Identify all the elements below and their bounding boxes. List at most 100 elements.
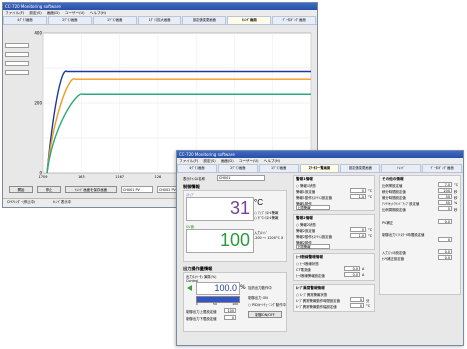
pb-label: 比例帯設定値 (382, 184, 403, 188)
channel-selector-column (5, 43, 33, 75)
tab-4graph-2[interactable]: 4ｸﾞﾗﾌ画面 (177, 164, 217, 172)
input-filter-label: 入力ﾌｨﾙﾀ設定値 (382, 251, 406, 255)
tab-trend[interactable]: ﾄﾚﾝﾄﾞ画面 (227, 16, 272, 24)
mv-display: 100.0 (196, 282, 240, 295)
alarm2-setting-label: 警報2設定値 (296, 229, 316, 233)
channel-select-pv[interactable]: CH001 PV (121, 186, 153, 193)
heater-state-check: ○ ﾋｰﾀ断線状態 (296, 262, 319, 266)
alarm2-hys-label: 警報2動作ﾋｽﾃﾘｼｽ設定値 (296, 235, 333, 239)
channel-name-select[interactable]: CH001 (217, 175, 265, 181)
tab-setting-change[interactable]: 設定値変更画面 (182, 16, 227, 24)
alarm1-hys-unit: °C (368, 195, 373, 199)
output-state: 制御出力 ON (248, 296, 268, 300)
chart-y-ticks: 4002000 (34, 30, 42, 175)
mv-scale: 0 50 100 (196, 302, 238, 306)
channel-selector-3[interactable] (5, 61, 29, 66)
tab-2graph[interactable]: 2ｸﾞﾗﾌ画面 (47, 16, 92, 24)
pv-display: 31 (186, 197, 254, 221)
tab-datalogging[interactable]: ﾃﾞｰﾀﾛｷﾞﾝｸﾞ画面 (272, 16, 317, 24)
status-window: CC-720 Monitoring software ファイル(F) 設定(S)… (176, 150, 464, 346)
other-info-panel: その他の情報 比例帯設定値 7.0 °C 積分時間設定値 200 秒 微分時間設… (379, 175, 461, 295)
ct-current-field: 0.0 (344, 266, 360, 271)
start-button[interactable]: 開始 (9, 186, 33, 193)
x-tick-label: 126 (155, 175, 162, 179)
cycle-unit: 秒 (454, 208, 458, 212)
alarm1-mode-field: 上限警報 (296, 205, 330, 210)
scale-min: 0 (196, 302, 198, 306)
scale-max: 100 (232, 302, 238, 306)
arw-unit: % (454, 201, 458, 205)
output-info-panel: 出力1(ﾍｰﾀ) 演算(%) Control 100.0 % 加熱出力動作中 0… (183, 272, 287, 332)
stop-button[interactable]: 停止 (37, 186, 61, 193)
loop-time-field: 0 (350, 297, 364, 302)
tab-status-list[interactable]: ｽﾃｰﾀｽ一覧画面 (299, 164, 340, 172)
alarm1-setting-label: 警報1設定値 (296, 190, 316, 194)
loop-time-label: ﾙｰﾌﾟ異常警報動作時間設定値 (296, 299, 341, 303)
alarm1-title: 警報1情報 (296, 177, 313, 181)
arw-field: 50 (438, 200, 452, 205)
td-unit: 秒 (454, 196, 458, 200)
ti-unit: 秒 (454, 190, 458, 194)
pb-unit: °C (454, 183, 459, 187)
loop-state-check: ○ ﾙｰﾌﾟ異常警報状態 (296, 293, 328, 297)
input-range-value: -200 ～ 1200°C X (254, 236, 284, 240)
tab-1graph[interactable]: 1ｸﾞﾗﾌ画面 (92, 16, 137, 24)
sensor-correction-field: 0.0 (438, 255, 452, 260)
tab-setting-change-2[interactable]: 設定値変更画面 (340, 164, 381, 172)
upper-limit-label: 制御出力上限設定値 (186, 310, 217, 314)
alarm2-hys-unit: °C (368, 234, 373, 238)
menu-settings-2[interactable]: 設定(S) (203, 159, 215, 163)
tab-trend-2[interactable]: ﾄﾚﾝﾄﾞ (381, 164, 422, 172)
menu-user-2[interactable]: ユーザー(U) (239, 159, 259, 163)
alarm1-state-check: ○ 警報1状態 (296, 184, 316, 188)
menu-settings[interactable]: 設定(S) (29, 11, 41, 15)
arw-label: ｱﾝﾁﾘｾｯﾄﾜｲﾝﾄﾞｱｯﾌﾟ設定値 (382, 202, 420, 206)
status-trend: ﾄﾚﾝﾄﾞ表示中 (52, 200, 72, 204)
sensor-correction-label: ｾﾝｻ補正設定値 (382, 257, 405, 261)
tab-1graph-2[interactable]: 1ｸﾞﾗﾌ画面 (258, 164, 299, 172)
tab-2graph-2[interactable]: 2ｸﾞﾗﾌ画面 (217, 164, 258, 172)
ti-label: 積分時間設定値 (382, 190, 406, 194)
alarm1-hys-label: 警報1動作ﾋｽﾃﾘｼｽ設定値 (296, 196, 333, 200)
loop-alarm-panel: ﾙｰﾌﾟ異常警報情報 ○ ﾙｰﾌﾟ異常警報状態 ﾙｰﾌﾟ異常警報動作時間設定値 … (293, 284, 375, 312)
channel-selector-1[interactable] (5, 43, 29, 48)
status-recorder: CH7ﾚﾝﾀﾞｰ(停止中) (7, 200, 36, 204)
pb-field: 7.0 (438, 182, 452, 187)
control-info-panel: ｽﾃｯﾌﾟ 31 °C ○ ｱｯﾌﾟﾗｽﾄﾙ警報 ○ ﾀﾞｳﾝﾗｽﾄﾙ警報 SV… (183, 190, 287, 262)
other-info-title: その他の情報 (382, 177, 404, 181)
tab-datalogging-2[interactable]: ﾃﾞｰﾀﾛｷﾞﾝｸﾞ画面 (422, 164, 463, 172)
control-onoff-button[interactable]: 制御ON/OFF (248, 311, 282, 318)
alarm1-panel: 警報1情報 ○ 警報1状態 警報1設定値 0 °C 警報1動作ﾋｽﾃﾘｼｽ設定値… (293, 175, 375, 211)
channel-name-label: 表示ﾁｬﾝﾈﾙ名称 (183, 177, 206, 181)
save-trend-button[interactable]: ﾄﾚﾝﾄﾞ画面を保存画面 (65, 186, 117, 193)
menu-user[interactable]: ユーザー(U) (65, 11, 85, 15)
channel-selector-4[interactable] (5, 70, 29, 75)
alarm2-title: 警報2情報 (296, 216, 313, 220)
y-tick-label: 400 (34, 30, 42, 35)
lower-limit-field: 0 (224, 315, 236, 320)
alarm2-panel: 警報2情報 ○ 警報2状態 警報2設定値 0 °C 警報2動作ﾋｽﾃﾘｼｽ設定値… (293, 214, 375, 250)
tab-1graph-zoom[interactable]: 1ｸﾞﾗﾌ拡大画面 (137, 16, 182, 24)
td-label: 微分時間設定値 (382, 196, 406, 200)
y-tick-label: 200 (34, 100, 42, 105)
menu-file[interactable]: ファイル(F) (5, 11, 24, 15)
heater-alarm-panel: ﾋｰﾀ断線警報情報 ○ ﾋｰﾀ断線状態 CT電流値 0.0 A ﾋｰﾀ断線警報設… (293, 253, 375, 281)
status-tabs: 4ｸﾞﾗﾌ画面 2ｸﾞﾗﾌ画面 1ｸﾞﾗﾌ画面 ｽﾃｰﾀｽ一覧画面 設定値変更画… (177, 164, 463, 173)
trend-tabs: 4ｸﾞﾗﾌ画面 2ｸﾞﾗﾌ画面 1ｸﾞﾗﾌ画面 1ｸﾞﾗﾌ拡大画面 設定値変更画… (3, 16, 317, 25)
menu-screen[interactable]: 画面(D) (47, 11, 60, 15)
upper-limit-field: 100 (224, 308, 236, 313)
x-tick-label: 1709 (39, 175, 48, 179)
menu-help-2[interactable]: ヘルプ(H) (264, 159, 280, 163)
soft-start-field: 0 (438, 237, 452, 242)
tab-4graph[interactable]: 4ｸﾞﾗﾌ画面 (3, 16, 47, 24)
x-tick-label: 163 (78, 175, 85, 179)
menu-help[interactable]: ヘルプ(H) (90, 11, 106, 15)
output-arrow-icon (187, 285, 192, 291)
alarm1-setting-unit: °C (368, 189, 373, 193)
pv-filter-field: 0.0 (438, 219, 452, 224)
menu-file-2[interactable]: ファイル(F) (179, 159, 198, 163)
channel-selector-2[interactable] (5, 52, 29, 57)
menu-screen-2[interactable]: 画面(D) (221, 159, 234, 163)
alarm2-mode-field: 下限警報 (296, 244, 330, 249)
loop-width-label: ﾙｰﾌﾟ異常警報動作幅設定値 (296, 305, 337, 309)
